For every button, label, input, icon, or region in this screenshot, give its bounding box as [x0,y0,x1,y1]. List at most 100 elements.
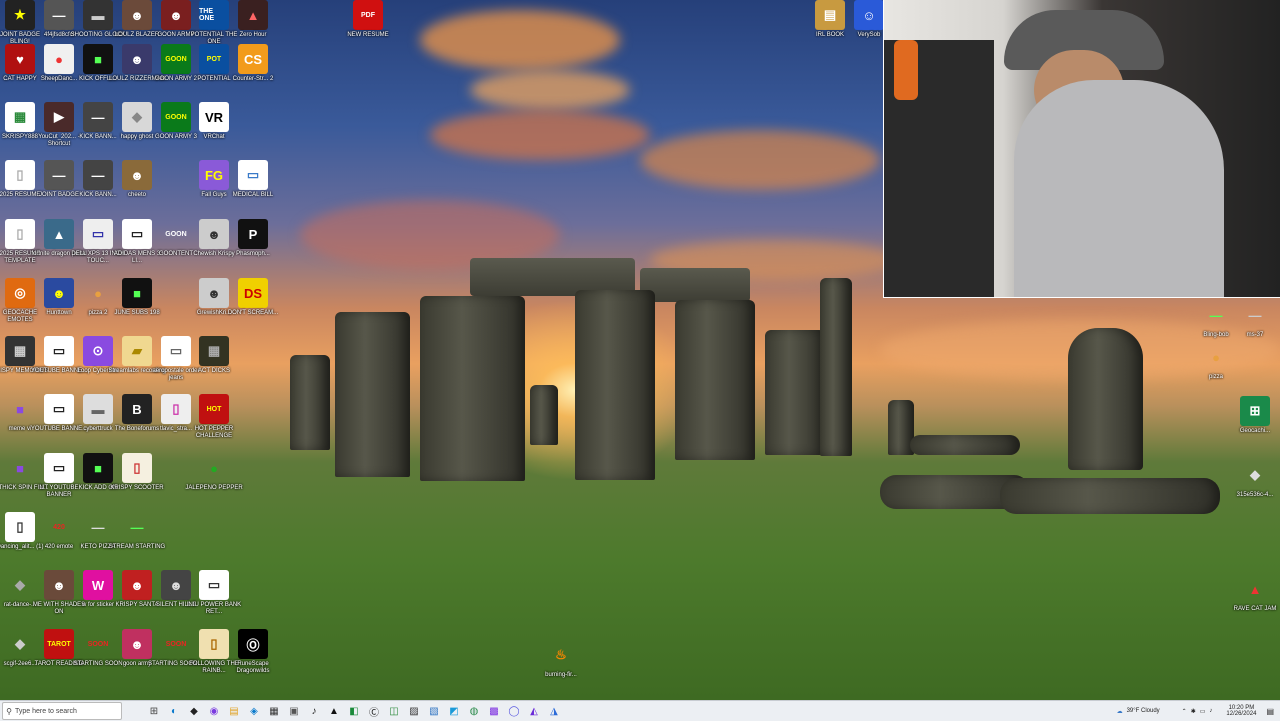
desktop-icon-label: VRChat [203,134,225,140]
taskbar-app-icon[interactable]: ◈ [244,701,264,721]
app-icon: ☻ [122,160,152,190]
desktop-icon[interactable]: DS DON'T SCREAM... [224,278,282,317]
desktop-icon-label: VerySob [857,32,881,38]
notification-icon[interactable]: ▤ [1266,707,1274,716]
desktop-icon-label: cheeto [127,192,146,198]
taskbar-app-icon[interactable]: Ⓒ [364,701,384,721]
taskbar-app-icon[interactable]: ◯ [504,701,524,721]
volume-icon[interactable]: ♪ [1209,708,1212,714]
taskbar-app-icon[interactable]: ▦ [264,701,284,721]
desktop-icon-label: ms-37 [1246,332,1264,338]
desktop-icon[interactable]: ▯ KRISPY SCOOTER [108,453,166,492]
app-icon: — [1248,307,1262,323]
cloud [470,70,630,110]
chevron-up-icon[interactable]: ⌃ [1182,708,1187,715]
desktop-icon-label: RuneScape Dragonwilds [236,661,270,674]
app-icon: ◆ [1250,467,1260,482]
desktop-icon[interactable]: ● JALEPENO PEPPER [185,453,243,492]
taskbar-app-icon[interactable]: ◫ [384,701,404,721]
stone [820,278,852,456]
taskbar-app-icon[interactable]: ▤ [224,701,244,721]
desktop-icon[interactable]: ▭ INIU POWER BANK RET... [185,570,243,616]
desktop-icon-label: meme vi [8,426,32,432]
app-icon: PDF [353,0,383,30]
app-icon: DS [238,278,268,308]
weather-text[interactable]: 39°F Cloudy [1127,708,1160,714]
desktop-icon-label: ACT DICKS [198,368,230,374]
app-icon: ● [210,460,218,476]
stone [335,312,410,477]
desktop-wallpaper: ★ JOINT BADGE BLING! —4f4jfsd8cfcl ▬ SHOOTIN… [0,0,1280,700]
app-icon: ■ [122,278,152,308]
desktop-icon[interactable]: ● pizza [1187,342,1245,381]
stone [290,355,330,450]
bluetooth-icon[interactable]: ✱ [1191,708,1196,715]
search-input[interactable]: ⚲ Type here to search [2,702,122,720]
desktop-icon[interactable]: PDF NEW RESUME [339,0,397,39]
taskbar-app-icon[interactable]: ◍ [464,701,484,721]
stone-lintel [640,268,750,302]
desktop-icon[interactable]: Ⓞ RuneScape Dragonwilds [224,629,282,675]
taskbar-app-icon[interactable]: ◭ [524,701,544,721]
taskbar-apps: ⊞ ◐ ◆ ◉ ▤ ◈ ▦ ▣ ♪ ▲ ◧ Ⓒ ◫ ▨ ▧ ◩ ◍ ▩ ◯ ◭ ◮ [144,701,564,721]
shirt [1014,80,1224,297]
desktop-icon-label: Hunttown [46,310,72,316]
taskbar-app-icon[interactable]: ♪ [304,701,324,721]
taskbar-app-icon[interactable]: ⊞ [144,701,164,721]
desktop-icon[interactable]: ▦ ACT DICKS [185,336,243,375]
taskbar-app-icon[interactable]: ▲ [324,701,344,721]
taskbar-app-icon[interactable]: ▣ [284,701,304,721]
taskbar-app-icon[interactable]: ◆ [184,701,204,721]
app-icon: HOT [199,394,229,424]
search-icon: ⚲ [6,706,12,716]
desktop-icon-label: Counter-Str... 2 [232,76,274,82]
desktop-icon[interactable]: ♨ burning-fir... [532,640,590,679]
desktop-icon[interactable]: ▭ MEDICAL BILL [224,160,282,199]
desktop-icon[interactable]: CS Counter-Str... 2 [224,44,282,83]
taskbar-app-icon[interactable]: ▧ [424,701,444,721]
search-placeholder: Type here to search [15,707,77,715]
desktop-icon-label: Bling-bob [1203,332,1229,338]
stone [765,330,825,455]
desktop-icon[interactable]: ◆ 315e536c-4... [1226,460,1280,499]
clock-date: 12/26/2024 [1226,711,1257,717]
desktop-icon-label: pizza 2 [88,310,108,316]
clock[interactable]: 10:20 PM 12/26/2024 [1226,705,1256,717]
app-icon: ▭ [238,160,268,190]
desktop-icon-label: Phasmoph... [236,251,270,257]
taskbar-app-icon[interactable]: ◐ [164,701,184,721]
app-icon: ⊞ [1240,396,1270,426]
stone [575,290,655,480]
desktop-icon-label: MEDICAL BILL [232,192,274,198]
desktop-icon[interactable]: — STREAM STARTING [108,512,166,551]
taskbar-app-icon[interactable]: ◩ [444,701,464,721]
desktop-icon[interactable]: HOT HOT PEPPER CHALLENGE [185,394,243,440]
taskbar-app-icon[interactable]: ◮ [544,701,564,721]
desktop-icon-label: NEW RESUME [347,32,389,38]
desktop-icon[interactable]: ▲ Zero Hour [224,0,282,39]
app-icon: ☺ [854,0,884,30]
desktop-icon[interactable]: ▲ RAVE CAT JAM [1226,574,1280,613]
stone [675,300,755,460]
app-icon: ▭ [199,570,229,600]
taskbar-app-icon[interactable]: ◉ [204,701,224,721]
desktop-icon-label: burning-fir... [545,672,577,678]
desktop-icon[interactable]: ☻ cheeto [108,160,166,199]
desktop-icon[interactable]: P Phasmoph... [224,219,282,258]
desktop-icon-label: Zero Hour [239,32,267,38]
app-icon: P [238,219,268,249]
app-icon: CS [238,44,268,74]
taskbar-app-icon[interactable]: ◧ [344,701,364,721]
desktop-icon-label: STREAM STARTING [108,544,166,550]
network-icon[interactable]: ▭ [1200,708,1206,715]
desktop-icon[interactable]: VR VRChat [185,102,243,141]
desktop-icon[interactable]: — ms-37 [1226,300,1280,339]
desktop-icon-label: Geocachi... [1239,428,1271,434]
desktop-icon[interactable]: ⊞ Geocachi... [1226,396,1280,435]
desktop-icon-label: pizza [1208,374,1223,380]
desktop-icon[interactable]: ■ JUNE SUBS 198 [108,278,166,317]
taskbar-app-icon[interactable]: ▨ [404,701,424,721]
taskbar: ⚲ Type here to search ⊞ ◐ ◆ ◉ ▤ ◈ ▦ ▣ ♪ ▲ ◧ Ⓒ ◫ ▨ ▧ ◩ ◍ ▩… [0,700,1280,721]
taskbar-app-icon[interactable]: ▩ [484,701,504,721]
app-icon: ▯ [122,453,152,483]
